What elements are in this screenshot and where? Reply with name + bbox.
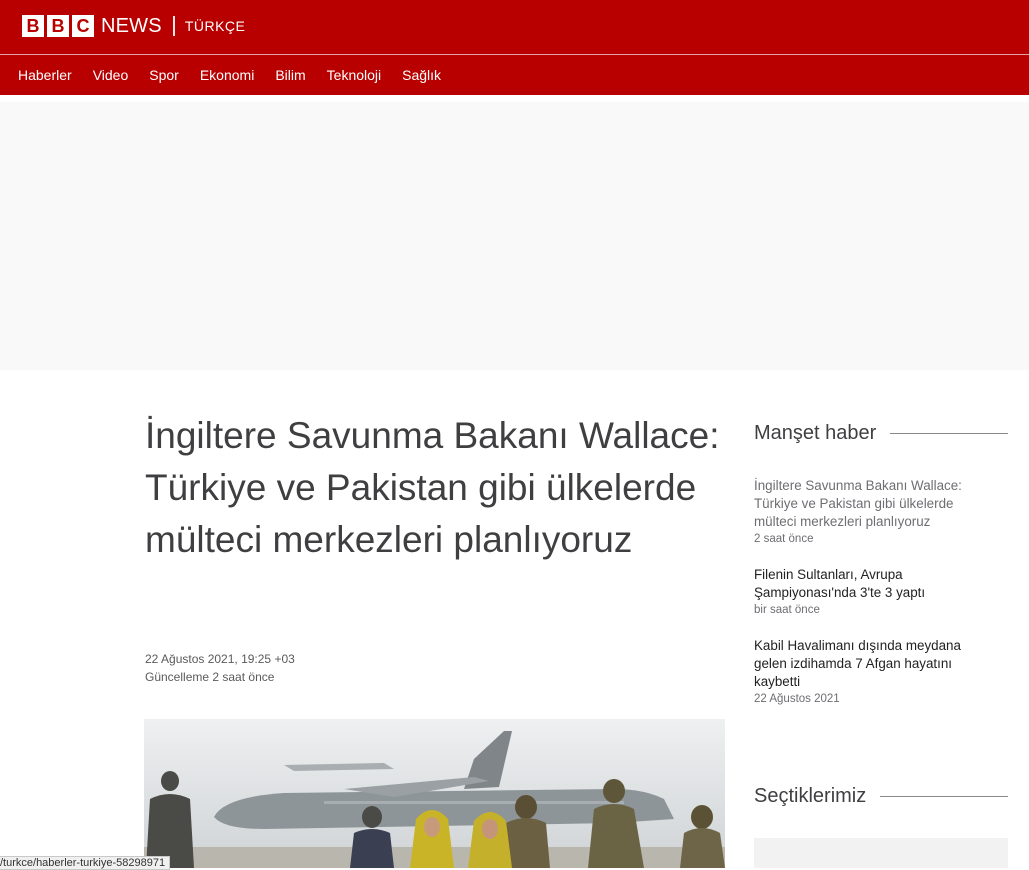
nav-item-bilim[interactable]: Bilim	[275, 67, 305, 83]
updated-time: Güncelleme 2 saat önce	[145, 670, 275, 684]
picks-heading-text: Seçtiklerimiz	[754, 785, 867, 807]
article-hero-image[interactable]	[144, 719, 725, 868]
top-story-time: 2 saat önce	[754, 533, 814, 545]
nav-item-video[interactable]: Video	[93, 67, 129, 83]
top-story-title[interactable]: Filenin Sultanları, Avrupa Şampiyonası'n…	[754, 566, 994, 602]
news-wordmark: NEWS	[101, 14, 162, 37]
ad-placeholder	[0, 102, 1029, 370]
top-story-title[interactable]: İngiltere Savunma Bakanı Wallace: Türkiy…	[754, 477, 994, 531]
top-stories-heading-text: Manşet haber	[754, 422, 877, 444]
nav-item-spor[interactable]: Spor	[149, 67, 179, 83]
nav-item-saglik[interactable]: Sağlık	[402, 67, 441, 83]
article-headline: İngiltere Savunma Bakanı Wallace: Türkiy…	[145, 415, 720, 560]
nav-item-ekonomi[interactable]: Ekonomi	[200, 67, 254, 83]
bbc-letter-c: C	[72, 15, 94, 37]
top-story-item[interactable]: Kabil Havalimanı dışında meydana gelen i…	[754, 637, 994, 706]
top-story-title[interactable]: Kabil Havalimanı dışında meydana gelen i…	[754, 637, 994, 691]
nav-item-haberler[interactable]: Haberler	[18, 67, 72, 83]
brand-separator	[172, 16, 175, 36]
top-stories-heading: Manşet haber	[754, 422, 1008, 445]
picks-heading: Seçtiklerimiz	[754, 785, 1008, 808]
service-name: TÜRKÇE	[184, 18, 246, 34]
top-stories-list: İngiltere Savunma Bakanı Wallace: Türkiy…	[754, 477, 994, 726]
masthead-divider	[0, 54, 1029, 55]
heading-rule	[880, 796, 1008, 797]
picks-card-placeholder[interactable]	[754, 838, 1008, 868]
main-nav: Haberler Video Spor Ekonomi Bilim Teknol…	[18, 67, 462, 83]
hero-photo-illustration	[144, 719, 725, 868]
bbc-letter-b2: B	[47, 15, 69, 37]
top-story-time: 22 Ağustos 2021	[754, 693, 840, 705]
published-time: 22 Ağustos 2021, 19:25 +03	[145, 652, 295, 666]
masthead: B B C NEWS TÜRKÇE Haberler Video Spor Ek…	[0, 0, 1029, 95]
nav-item-teknoloji[interactable]: Teknoloji	[327, 67, 381, 83]
bbc-news-logo[interactable]: B B C NEWS TÜRKÇE	[22, 14, 245, 38]
heading-rule	[890, 433, 1008, 434]
bbc-letter-b1: B	[22, 15, 44, 37]
top-story-item[interactable]: Filenin Sultanları, Avrupa Şampiyonası'n…	[754, 566, 994, 617]
article-timestamp: 22 Ağustos 2021, 19:25 +03 Güncelleme 2 …	[145, 650, 295, 686]
bbc-blocks-logo: B B C	[22, 15, 94, 37]
top-story-time: bir saat önce	[754, 604, 820, 616]
top-story-item[interactable]: İngiltere Savunma Bakanı Wallace: Türkiy…	[754, 477, 994, 546]
